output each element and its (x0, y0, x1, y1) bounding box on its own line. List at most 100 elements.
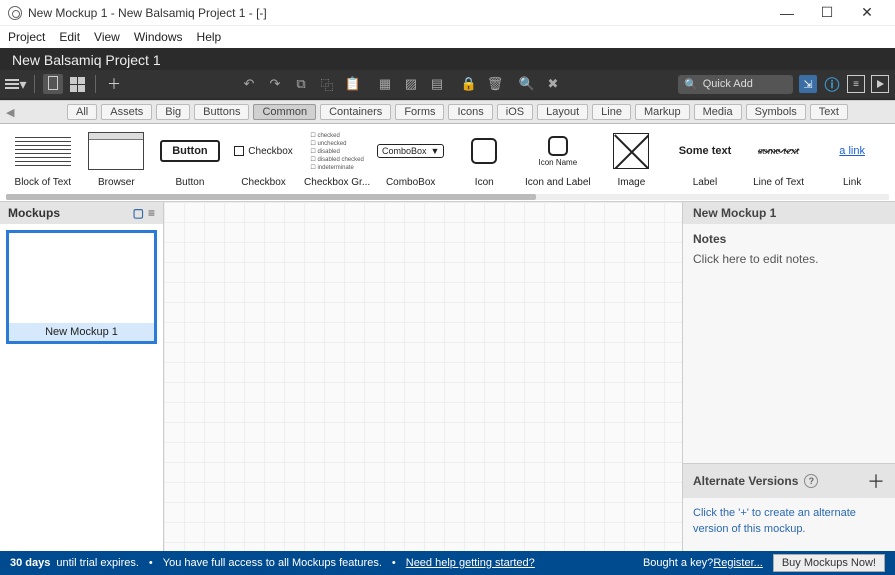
gallery-thumb (80, 128, 154, 174)
add-icon[interactable]: ＋ (104, 74, 124, 94)
gallery-thumb: ComboBox▼ (374, 128, 448, 174)
gallery-item-browser[interactable]: Browser (80, 128, 154, 188)
mockup-preview (9, 233, 154, 323)
close-button[interactable]: ✕ (847, 4, 887, 21)
undo-icon[interactable]: ↶ (239, 74, 259, 94)
category-tab-text[interactable]: Text (810, 104, 848, 120)
mockup-tile[interactable]: New Mockup 1 (6, 230, 157, 344)
alt-versions-header: Alternate Versions (693, 474, 798, 488)
category-tab-line[interactable]: Line (592, 104, 631, 120)
gallery-item-label: Label (693, 177, 717, 188)
gallery-thumb: some text (742, 128, 816, 174)
gallery-item-checkbox-gr-[interactable]: checkeduncheckeddisableddisabled checked… (300, 128, 374, 188)
menu-project[interactable]: Project (8, 30, 45, 44)
paste-icon[interactable]: 📋 (343, 74, 363, 94)
help-link[interactable]: Need help getting started? (406, 557, 535, 569)
gallery-item-checkbox[interactable]: CheckboxCheckbox (227, 128, 301, 188)
gallery-item-label: Block of Text (15, 177, 72, 188)
gallery-item-icon[interactable]: Icon (447, 128, 521, 188)
project-header: New Balsamiq Project 1 ▾ ＋ ↶ ↷ ⧉ ⿻ 📋 ▦ ▨… (0, 48, 895, 100)
group-icon[interactable]: ▦ (375, 74, 395, 94)
share-icon[interactable]: ⇲ (799, 75, 817, 93)
menu-view[interactable]: View (94, 30, 120, 44)
category-tab-symbols[interactable]: Symbols (746, 104, 806, 120)
quick-add-placeholder: Quick Add (703, 78, 753, 90)
category-tab-buttons[interactable]: Buttons (194, 104, 249, 120)
view-list-icon[interactable] (43, 74, 63, 94)
panel-list-icon[interactable]: ≡ (148, 206, 155, 220)
category-tab-assets[interactable]: Assets (101, 104, 152, 120)
zoom-icon[interactable]: 🔍 (517, 74, 537, 94)
app-icon (8, 6, 22, 20)
help-icon[interactable]: ? (804, 474, 818, 488)
gallery-item-block-of-text[interactable]: Block of Text (6, 128, 80, 188)
scroll-left-icon[interactable]: ◀ (6, 106, 22, 119)
info-icon[interactable]: ⓘ (823, 74, 841, 95)
gallery-item-image[interactable]: Image (595, 128, 669, 188)
status-bar: 30 days until trial expires. You have fu… (0, 551, 895, 575)
search-icon: 🔍 (684, 78, 698, 91)
gallery-item-label: Checkbox Gr... (304, 177, 370, 188)
gallery-item-label: Icon (475, 177, 494, 188)
gallery-thumb: checkeduncheckeddisableddisabled checked… (300, 128, 374, 174)
duplicate-icon[interactable]: ⧉ (291, 74, 311, 94)
gallery-thumb (6, 128, 80, 174)
mockups-panel: Mockups ▢ ≡ New Mockup 1 (0, 202, 164, 551)
category-tab-containers[interactable]: Containers (320, 104, 391, 120)
category-tab-common[interactable]: Common (253, 104, 316, 120)
notes-section[interactable]: Notes Click here to edit notes. (683, 224, 895, 463)
bring-front-icon[interactable]: ▤ (427, 74, 447, 94)
notes-header: Notes (693, 232, 885, 246)
gallery-item-label: Browser (98, 177, 135, 188)
gallery-item-label: ComboBox (386, 177, 435, 188)
copy-icon[interactable]: ⿻ (317, 74, 337, 94)
panel-expand-icon[interactable]: ▢ (133, 206, 144, 220)
gallery-item-combobox[interactable]: ComboBox▼ ComboBox (374, 128, 448, 188)
buy-button[interactable]: Buy Mockups Now! (773, 554, 885, 572)
category-tab-markup[interactable]: Markup (635, 104, 690, 120)
window-titlebar: New Mockup 1 - New Balsamiq Project 1 - … (0, 0, 895, 26)
canvas[interactable] (164, 202, 683, 551)
gallery-thumb: Button (153, 128, 227, 174)
gallery-item-link[interactable]: a linkLink (815, 128, 889, 188)
menu-windows[interactable]: Windows (134, 30, 183, 44)
mockups-header-label: Mockups (8, 206, 60, 220)
category-tab-media[interactable]: Media (694, 104, 742, 120)
menu-edit[interactable]: Edit (59, 30, 80, 44)
gallery-item-line-of-text[interactable]: some textLine of Text (742, 128, 816, 188)
ungroup-icon[interactable]: ▨ (401, 74, 421, 94)
delete-icon[interactable]: 🗑 (485, 74, 505, 94)
gallery-item-label: Link (843, 177, 861, 188)
gallery-item-button[interactable]: ButtonButton (153, 128, 227, 188)
category-tab-forms[interactable]: Forms (395, 104, 444, 120)
view-grid-icon[interactable] (67, 74, 87, 94)
menu-icon[interactable]: ▾ (6, 74, 26, 94)
category-tab-icons[interactable]: Icons (448, 104, 492, 120)
menu-bar: Project Edit View Windows Help (0, 26, 895, 48)
category-tab-big[interactable]: Big (156, 104, 190, 120)
alt-versions-hint: Click the '+' to create an alternate ver… (683, 498, 895, 551)
quick-add-input[interactable]: 🔍 Quick Add (678, 75, 793, 94)
add-alternate-button[interactable]: ＋ (867, 468, 885, 494)
markup-toggle-icon[interactable]: ✖ (543, 74, 563, 94)
bought-key-text: Bought a key? (643, 557, 713, 569)
gallery-thumb: Icon Name (521, 128, 595, 174)
gallery-item-label[interactable]: Some textLabel (668, 128, 742, 188)
register-link[interactable]: Register... (713, 557, 763, 569)
inspector-title: New Mockup 1 (683, 202, 895, 224)
menu-help[interactable]: Help (197, 30, 222, 44)
maximize-button[interactable]: ☐ (807, 4, 847, 21)
lock-icon[interactable]: 🔒 (459, 74, 479, 94)
category-tab-layout[interactable]: Layout (537, 104, 588, 120)
notes-panel-icon[interactable]: ≡ (847, 75, 865, 93)
trial-days: 30 days (10, 557, 50, 569)
present-icon[interactable] (871, 75, 889, 93)
mockups-header: Mockups ▢ ≡ (0, 202, 163, 224)
component-gallery: Block of TextBrowserButtonButtonCheckbox… (0, 124, 895, 202)
gallery-scrollbar[interactable] (6, 194, 889, 200)
category-tab-ios[interactable]: iOS (497, 104, 533, 120)
category-tab-all[interactable]: All (67, 104, 97, 120)
redo-icon[interactable]: ↷ (265, 74, 285, 94)
gallery-item-icon-and-label[interactable]: Icon NameIcon and Label (521, 128, 595, 188)
minimize-button[interactable]: — (767, 5, 807, 21)
